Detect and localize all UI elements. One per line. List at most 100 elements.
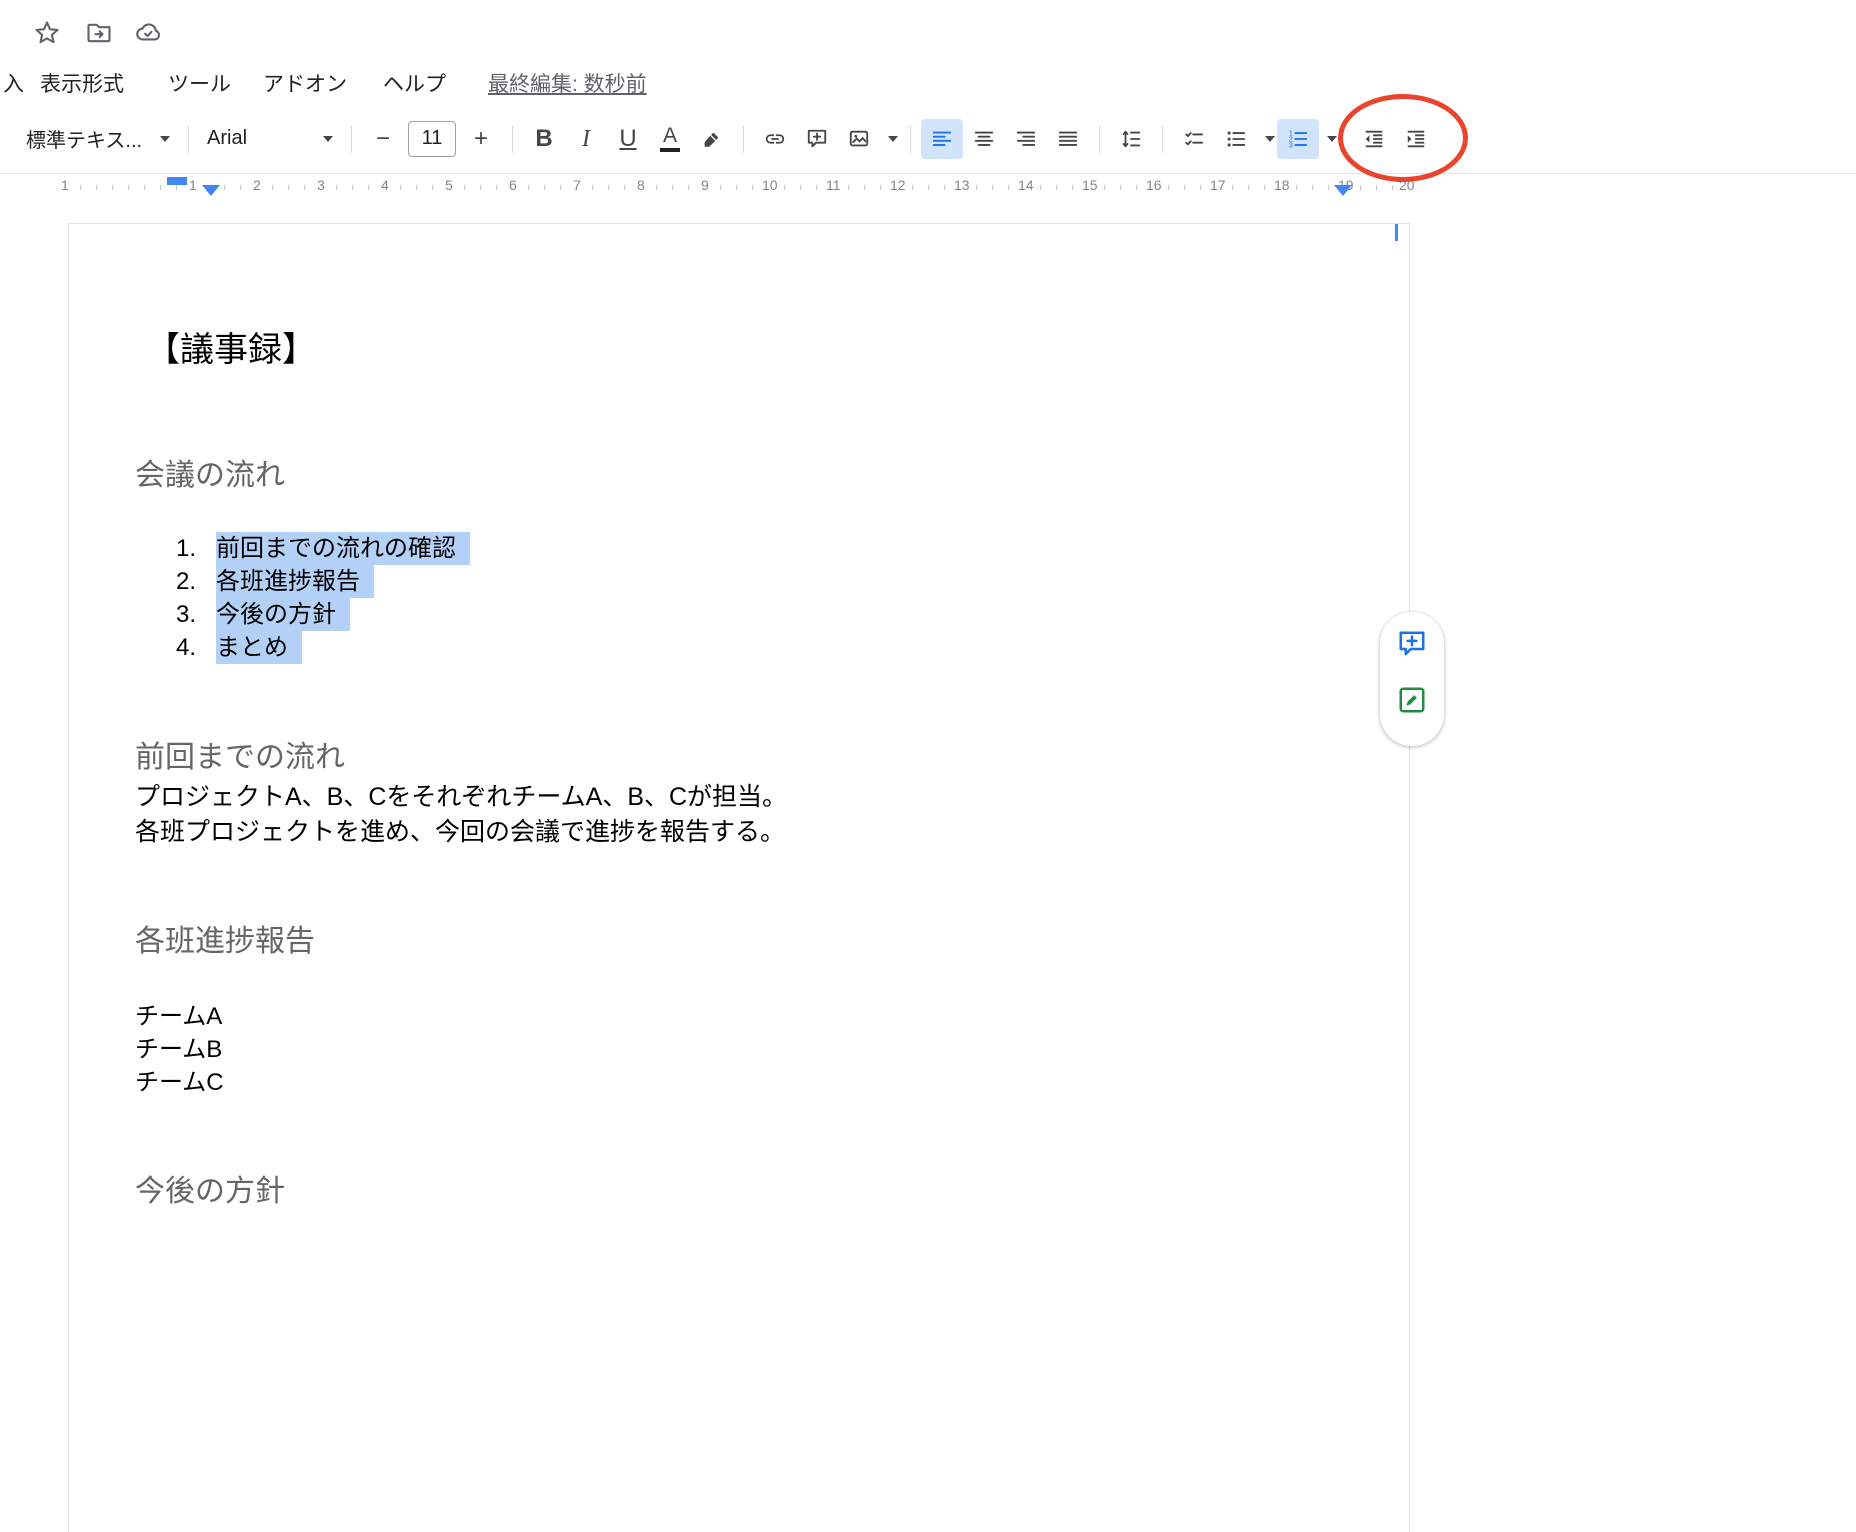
insert-image-group (838, 119, 900, 159)
align-right-icon (1015, 128, 1037, 150)
suggest-edit-icon (1397, 685, 1427, 715)
toolbar-divider (351, 125, 352, 153)
ruler-number: 15 (1079, 177, 1101, 193)
section-heading-previous[interactable]: 前回までの流れ (135, 732, 345, 776)
cursor-caret (1395, 224, 1398, 241)
ruler-number: 2 (250, 177, 264, 193)
increase-font-size-button[interactable]: + (460, 119, 502, 159)
last-edit-link[interactable]: 最終編集: 数秒前 (488, 68, 647, 98)
team-line: チームB (135, 1033, 224, 1066)
decrease-font-size-button[interactable]: − (362, 119, 404, 159)
ruler-number: 1 (186, 177, 200, 193)
decrease-indent-icon (1363, 128, 1385, 150)
list-item-number: 3. (176, 598, 216, 631)
title-bar (0, 0, 1856, 60)
paragraph-style-value: 標準テキス... (26, 124, 154, 153)
paragraph-line: 各班プロジェクトを進め、今回の会議で進捗を報告する。 (135, 815, 787, 850)
numbered-list: 1. 前回までの流れの確認 2. 各班進捗報告 3. 今後の方針 4. まとめ (69, 532, 1409, 664)
move-to-folder-icon[interactable] (82, 16, 116, 50)
underline-button[interactable]: U (607, 119, 649, 159)
align-left-button[interactable] (921, 119, 963, 159)
insert-image-dropdown[interactable] (880, 119, 900, 159)
paragraph-style-selector[interactable]: 標準テキス... (18, 119, 178, 159)
add-comment-icon (1397, 629, 1427, 659)
ruler-number: 16 (1143, 177, 1165, 193)
list-item-number: 2. (176, 565, 216, 598)
ruler-number: 9 (698, 177, 712, 193)
underline-icon: U (619, 127, 636, 151)
team-line: チームA (135, 1000, 224, 1033)
ruler-number: 1 (58, 177, 72, 193)
ruler-number: 5 (442, 177, 456, 193)
increase-indent-button[interactable] (1395, 119, 1437, 159)
align-right-button[interactable] (1005, 119, 1047, 159)
font-size-field[interactable]: 11 (408, 121, 456, 157)
list-item[interactable]: 1. 前回までの流れの確認 (69, 532, 1409, 565)
chevron-down-icon (1265, 136, 1275, 142)
toolbar-divider (512, 125, 513, 153)
ruler-number: 12 (887, 177, 909, 193)
document-page[interactable]: 【議事録】 会議の流れ 1. 前回までの流れの確認 2. 各班進捗報告 3. 今… (68, 223, 1410, 1532)
right-indent-marker[interactable] (1334, 185, 1352, 196)
bold-button[interactable]: B (523, 119, 565, 159)
numbered-list-group: 123 (1277, 119, 1339, 159)
list-item-number: 4. (176, 631, 216, 664)
chevron-down-icon (160, 136, 170, 142)
first-line-indent-marker[interactable] (167, 177, 187, 185)
team-list[interactable]: チームA チームB チームC (135, 1000, 224, 1099)
section-heading-policy[interactable]: 今後の方針 (135, 1166, 285, 1210)
bulleted-list-icon (1225, 128, 1247, 150)
bulleted-list-button[interactable] (1215, 119, 1257, 159)
checklist-icon (1183, 128, 1205, 150)
insert-link-button[interactable] (754, 119, 796, 159)
font-size-value: 11 (422, 127, 443, 150)
menu-insert-partial[interactable]: 入 (3, 68, 24, 98)
align-center-icon (973, 128, 995, 150)
toolbar-divider (743, 125, 744, 153)
add-comment-floating-button[interactable] (1390, 622, 1434, 666)
selected-text: 前回までの流れの確認 (216, 532, 470, 565)
list-item[interactable]: 2. 各班進捗報告 (69, 565, 1409, 598)
toolbar-divider (910, 125, 911, 153)
bulleted-list-dropdown[interactable] (1257, 119, 1277, 159)
chevron-down-icon (1327, 136, 1337, 142)
align-center-button[interactable] (963, 119, 1005, 159)
checklist-button[interactable] (1173, 119, 1215, 159)
italic-button[interactable]: I (565, 119, 607, 159)
line-spacing-button[interactable] (1110, 119, 1152, 159)
decrease-indent-button[interactable] (1353, 119, 1395, 159)
add-comment-button[interactable] (796, 119, 838, 159)
google-docs-window: 入 表示形式 ツール アドオン ヘルプ 最終編集: 数秒前 標準テキス... A… (0, 0, 1856, 1532)
numbered-list-dropdown[interactable] (1319, 119, 1339, 159)
text-color-icon: A (660, 125, 680, 152)
team-line: チームC (135, 1066, 224, 1099)
list-item[interactable]: 3. 今後の方針 (69, 598, 1409, 631)
menu-help[interactable]: ヘルプ (383, 68, 446, 98)
suggest-edits-floating-button[interactable] (1390, 678, 1434, 722)
document-title[interactable]: 【議事録】 (146, 322, 316, 371)
highlight-color-button[interactable] (691, 119, 733, 159)
insert-image-button[interactable] (838, 119, 880, 159)
menu-tools[interactable]: ツール (168, 68, 231, 98)
left-indent-marker[interactable] (202, 185, 220, 196)
numbered-list-button[interactable]: 123 (1277, 119, 1319, 159)
ruler-number: 10 (759, 177, 781, 193)
section-heading-progress[interactable]: 各班進捗報告 (135, 916, 315, 960)
plus-icon: + (474, 127, 488, 151)
toolbar-divider (1162, 125, 1163, 153)
menu-format[interactable]: 表示形式 (40, 68, 124, 98)
selected-text: 今後の方針 (216, 598, 350, 631)
toolbar-divider (1099, 125, 1100, 153)
align-justify-button[interactable] (1047, 119, 1089, 159)
section-heading-agenda[interactable]: 会議の流れ (135, 450, 285, 494)
star-icon[interactable] (30, 16, 64, 50)
ruler-number: 6 (506, 177, 520, 193)
body-paragraph[interactable]: プロジェクトA、B、CをそれぞれチームA、B、Cが担当。 各班プロジェクトを進め… (135, 780, 787, 850)
text-color-button[interactable]: A (649, 119, 691, 159)
cloud-saved-icon[interactable] (131, 16, 165, 50)
font-selector[interactable]: Arial (199, 119, 341, 159)
menu-addons[interactable]: アドオン (263, 68, 347, 98)
align-justify-icon (1057, 128, 1079, 150)
list-item[interactable]: 4. まとめ (69, 631, 1409, 664)
link-icon (764, 128, 786, 150)
